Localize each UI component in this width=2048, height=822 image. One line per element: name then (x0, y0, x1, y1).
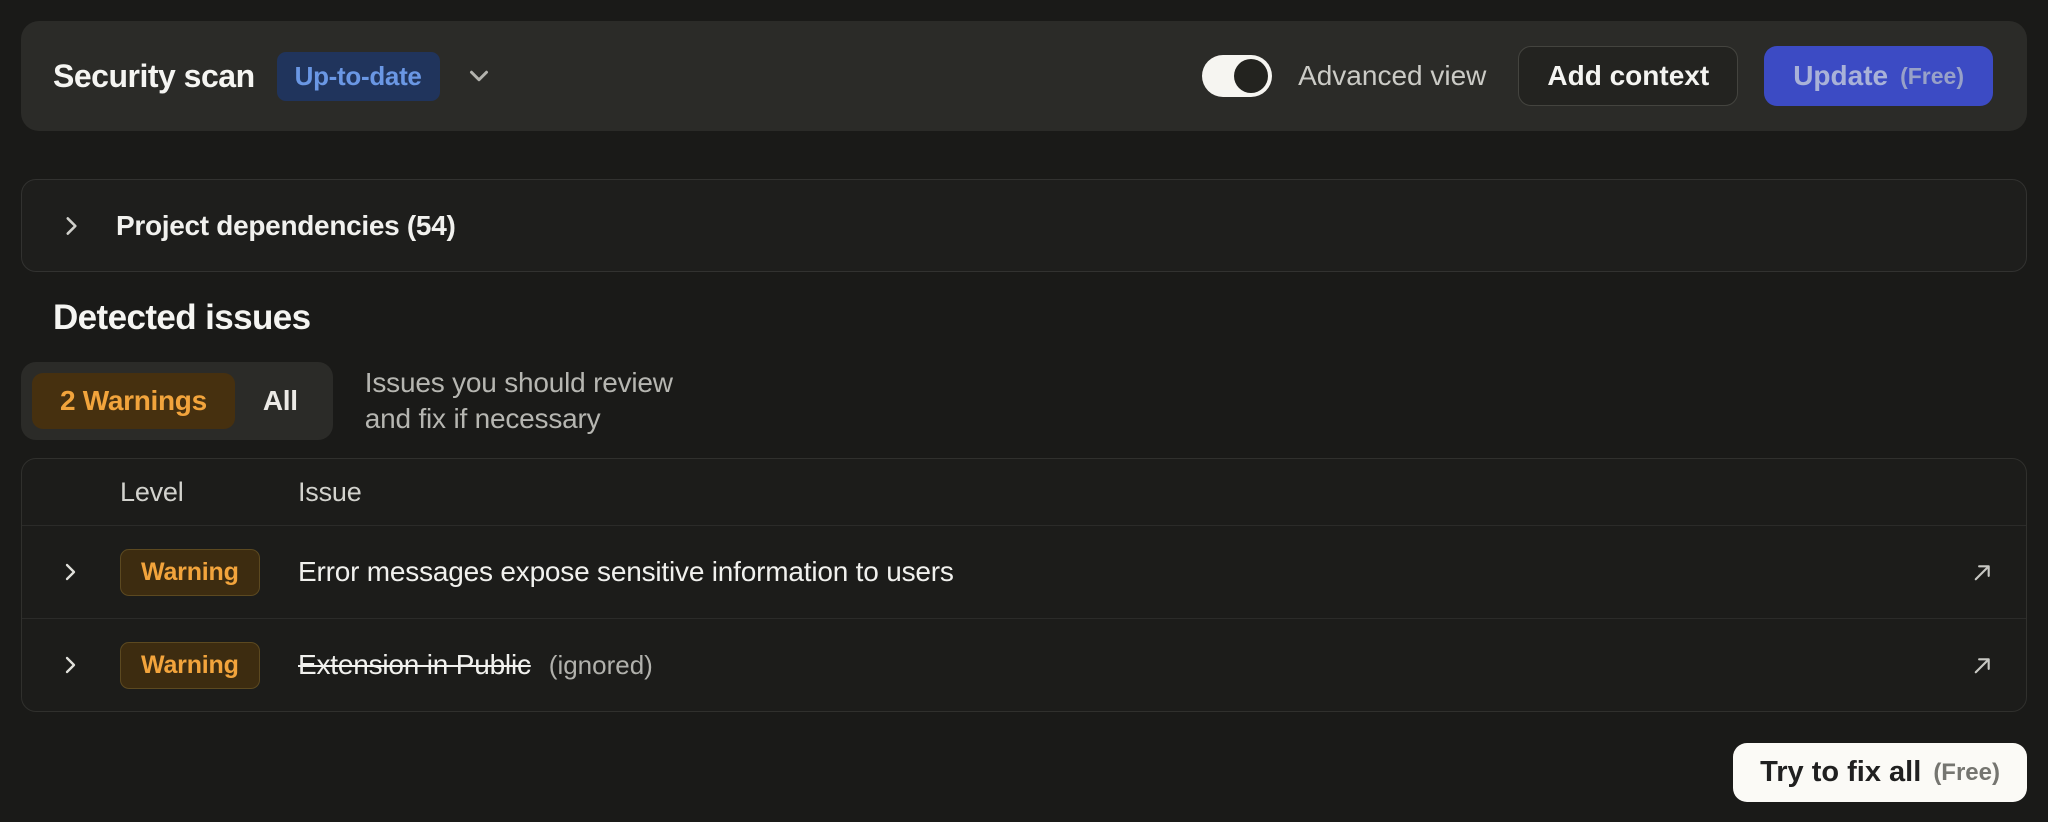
issues-filters-row: 2 Warnings All Issues you should review … (21, 362, 2027, 440)
tab-warnings[interactable]: 2 Warnings (32, 373, 235, 429)
issues-description-line1: Issues you should review (365, 365, 673, 401)
tab-all[interactable]: All (239, 373, 322, 429)
update-button-label: Update (1793, 60, 1888, 92)
arrow-up-right-icon[interactable] (1969, 559, 1996, 586)
warning-badge-label: Warning (141, 651, 239, 679)
try-to-fix-all-label: Try to fix all (1760, 756, 1921, 789)
column-header-issue: Issue (298, 477, 1912, 508)
security-scan-page: Security scan Up-to-date Advanced view A… (0, 0, 2048, 822)
add-context-button[interactable]: Add context (1518, 46, 1738, 106)
ignored-label: (ignored) (549, 650, 653, 681)
issues-table-header: Level Issue (22, 459, 2026, 525)
update-button[interactable]: Update (Free) (1764, 46, 1993, 106)
issues-description: Issues you should review and fix if nece… (365, 365, 673, 437)
update-button-sub: (Free) (1900, 63, 1964, 90)
header-title-group: Security scan Up-to-date (53, 52, 494, 101)
arrow-up-right-icon[interactable] (1969, 652, 1996, 679)
try-to-fix-all-button[interactable]: Try to fix all (Free) (1733, 743, 2027, 802)
issue-cell: Extension in Public (ignored) (298, 649, 1912, 681)
issue-cell: Error messages expose sensitive informat… (298, 556, 1912, 588)
column-header-level: Level (120, 477, 284, 508)
table-row[interactable]: Warning Extension in Public (ignored) (22, 618, 2026, 711)
issue-title: Error messages expose sensitive informat… (298, 556, 954, 588)
chevron-right-icon[interactable] (58, 213, 84, 239)
header-actions: Advanced view Add context Update (Free) (1202, 46, 1993, 106)
issues-description-line2: and fix if necessary (365, 401, 673, 437)
table-row[interactable]: Warning Error messages expose sensitive … (22, 525, 2026, 618)
advanced-view-label: Advanced view (1298, 60, 1486, 92)
warning-badge: Warning (120, 642, 260, 689)
chevron-right-icon[interactable] (58, 560, 106, 584)
issues-table-body: Warning Error messages expose sensitive … (22, 525, 2026, 711)
project-dependencies-label: Project dependencies (54) (116, 210, 456, 242)
header-bar: Security scan Up-to-date Advanced view A… (21, 21, 2027, 131)
issues-tab-group: 2 Warnings All (21, 362, 333, 440)
status-badge: Up-to-date (277, 52, 440, 101)
toggle-knob (1234, 59, 1268, 93)
page-title: Security scan (53, 58, 255, 95)
detected-issues-heading: Detected issues (53, 298, 2027, 338)
project-dependencies-panel[interactable]: Project dependencies (54) (21, 179, 2027, 272)
try-to-fix-all-sub: (Free) (1933, 759, 2000, 787)
advanced-view-toggle[interactable] (1202, 55, 1272, 97)
warning-badge: Warning (120, 549, 260, 596)
issues-table: Level Issue Warning Error messages expos… (21, 458, 2027, 712)
chevron-right-icon[interactable] (58, 653, 106, 677)
warning-badge-label: Warning (141, 558, 239, 586)
footer-actions: Try to fix all (Free) (21, 743, 2027, 802)
issue-title: Extension in Public (298, 649, 531, 681)
chevron-down-icon[interactable] (464, 61, 494, 91)
